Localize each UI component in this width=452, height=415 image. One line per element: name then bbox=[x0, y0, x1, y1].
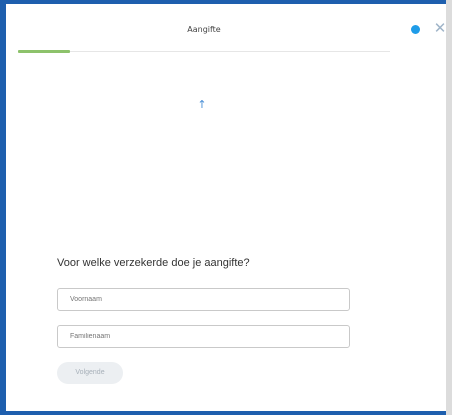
first-name-field[interactable] bbox=[57, 288, 350, 311]
close-icon[interactable]: ✕ bbox=[433, 20, 447, 36]
help-icon[interactable] bbox=[411, 25, 420, 34]
last-name-field[interactable] bbox=[57, 325, 350, 348]
arrow-up-icon: ↑ bbox=[197, 98, 207, 111]
form-question: Voor welke verzekerde doe je aangifte? bbox=[57, 257, 250, 269]
dialog-header: Aangifte bbox=[18, 14, 390, 53]
next-button[interactable]: Volgende bbox=[57, 362, 123, 384]
window-scroll-edge bbox=[446, 0, 452, 415]
dialog-title: Aangifte bbox=[187, 25, 221, 34]
progress-bar bbox=[18, 50, 70, 53]
dialog-window bbox=[0, 0, 452, 415]
